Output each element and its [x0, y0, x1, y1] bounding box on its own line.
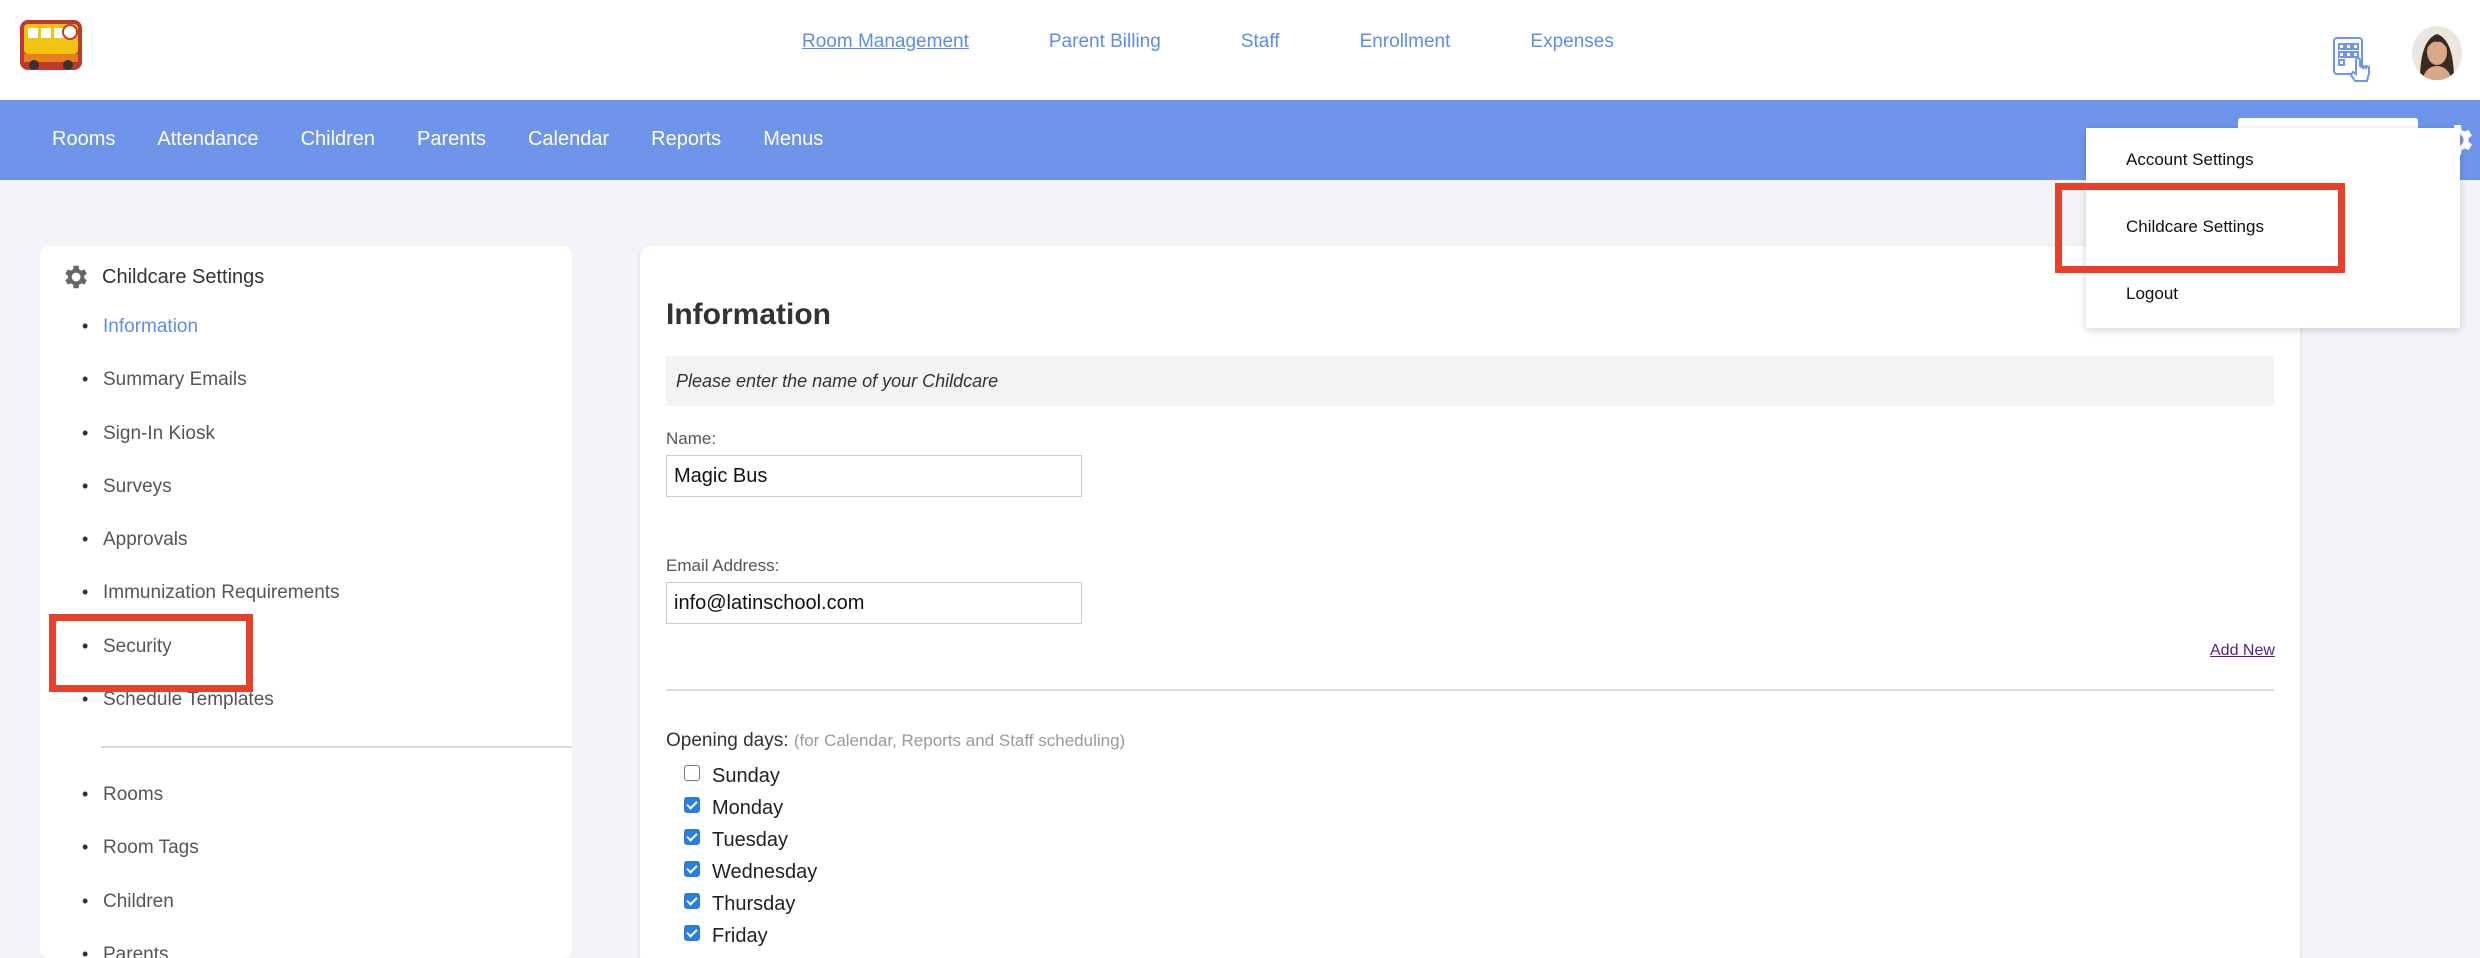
- kiosk-icon[interactable]: [2330, 36, 2378, 84]
- day-checkbox[interactable]: [684, 861, 700, 877]
- day-label: Sunday: [712, 764, 780, 787]
- sub-nav-attendance[interactable]: Attendance: [157, 128, 258, 151]
- settings-sidebar: Childcare Settings Information Summary E…: [40, 246, 572, 958]
- sidebar-item-schedule-templates[interactable]: Schedule Templates: [80, 689, 340, 742]
- opening-days-note: (for Calendar, Reports and Staff schedul…: [793, 731, 1126, 750]
- day-label: Tuesday: [712, 828, 788, 851]
- sidebar-item-children[interactable]: Children: [80, 891, 199, 944]
- sidebar-item-room-tags[interactable]: Room Tags: [80, 837, 199, 890]
- top-nav-expenses[interactable]: Expenses: [1530, 31, 1613, 53]
- day-sunday[interactable]: Sunday: [684, 760, 817, 792]
- sidebar-header: Childcare Settings: [60, 262, 264, 292]
- sidebar-item-approvals[interactable]: Approvals: [80, 529, 340, 582]
- gear-icon: [65, 265, 87, 289]
- day-friday[interactable]: Friday: [684, 920, 817, 952]
- menu-item-account-settings[interactable]: Account Settings: [2126, 150, 2254, 170]
- top-nav-enrollment[interactable]: Enrollment: [1360, 31, 1451, 53]
- sub-nav: Rooms Attendance Children Parents Calend…: [52, 128, 865, 151]
- information-panel: Information Please enter the name of you…: [640, 246, 2300, 958]
- sidebar-item-surveys[interactable]: Surveys: [80, 476, 340, 529]
- email-field[interactable]: info@latinschool.com: [666, 582, 1082, 624]
- day-label: Monday: [712, 796, 784, 819]
- day-checkbox[interactable]: [684, 797, 700, 813]
- day-thursday[interactable]: Thursday: [684, 888, 817, 920]
- opening-days-list: Sunday Monday Tuesday Wednesday Thursday…: [684, 760, 817, 952]
- sub-nav-rooms[interactable]: Rooms: [52, 128, 115, 151]
- sub-nav-parents[interactable]: Parents: [417, 128, 486, 151]
- sub-nav-menus[interactable]: Menus: [763, 128, 823, 151]
- name-field[interactable]: Magic Bus: [666, 455, 1082, 497]
- top-nav-parent-billing[interactable]: Parent Billing: [1049, 31, 1161, 53]
- add-new-link[interactable]: Add New: [2210, 642, 2275, 660]
- top-nav-room-management[interactable]: Room Management: [802, 31, 969, 53]
- day-label: Thursday: [712, 892, 796, 915]
- menu-item-logout[interactable]: Logout: [2126, 284, 2178, 304]
- magic-bus-logo[interactable]: [18, 16, 84, 74]
- sub-nav-children[interactable]: Children: [301, 128, 375, 151]
- day-tuesday[interactable]: Tuesday: [684, 824, 817, 856]
- user-avatar[interactable]: [2412, 26, 2462, 80]
- sub-nav-reports[interactable]: Reports: [651, 128, 721, 151]
- day-checkbox[interactable]: [684, 829, 700, 845]
- sidebar-item-rooms[interactable]: Rooms: [80, 784, 199, 837]
- section-divider: [666, 689, 2274, 691]
- top-nav: Room Management Parent Billing Staff Enr…: [802, 31, 1694, 53]
- day-checkbox[interactable]: [684, 765, 700, 781]
- day-checkbox[interactable]: [684, 893, 700, 909]
- day-checkbox[interactable]: [684, 925, 700, 941]
- email-label: Email Address:: [666, 556, 780, 575]
- sidebar-divider: [101, 746, 572, 748]
- sidebar-title: Childcare Settings: [102, 265, 265, 288]
- day-label: Friday: [712, 924, 768, 947]
- sidebar-data-list: Rooms Room Tags Children Parents: [80, 784, 199, 958]
- top-header: Room Management Parent Billing Staff Enr…: [0, 0, 2480, 100]
- sidebar-item-parents[interactable]: Parents: [80, 944, 199, 958]
- highlight-childcare-settings: [2055, 183, 2345, 273]
- day-label: Wednesday: [712, 860, 818, 883]
- day-monday[interactable]: Monday: [684, 792, 817, 824]
- sidebar-item-sign-in-kiosk[interactable]: Sign-In Kiosk: [80, 423, 340, 476]
- highlight-security: [49, 614, 253, 692]
- opening-days-heading: Opening days: (for Calendar, Reports and…: [666, 730, 1125, 752]
- instruction-banner: Please enter the name of your Childcare: [666, 356, 2274, 406]
- page-title: Information: [666, 298, 831, 331]
- sub-nav-calendar[interactable]: Calendar: [528, 128, 609, 151]
- top-nav-staff[interactable]: Staff: [1241, 31, 1280, 53]
- day-wednesday[interactable]: Wednesday: [684, 856, 817, 888]
- sidebar-item-information[interactable]: Information: [80, 316, 340, 369]
- name-label: Name:: [666, 429, 717, 448]
- sidebar-item-summary-emails[interactable]: Summary Emails: [80, 369, 340, 422]
- opening-days-label: Opening days:: [666, 730, 789, 751]
